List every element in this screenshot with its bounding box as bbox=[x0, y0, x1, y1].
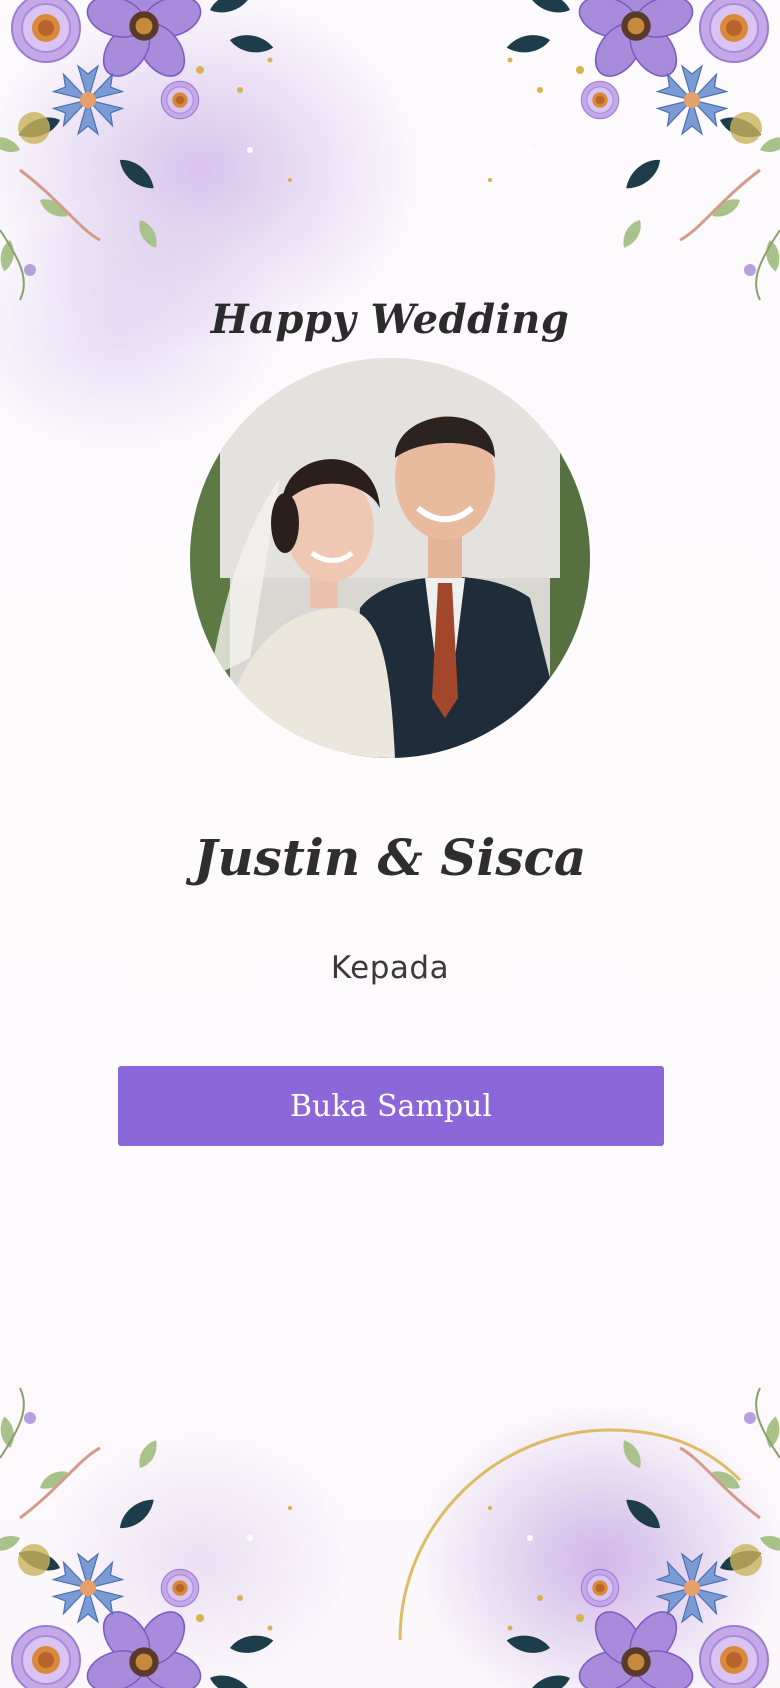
open-invitation-button[interactable]: Buka Sampul bbox=[118, 1066, 664, 1146]
floral-corner-top-right-icon bbox=[460, 0, 780, 320]
wedding-cover-page: Happy Wedding Justin & Sisca Kepada Buka… bbox=[0, 0, 780, 1688]
recipient-label: Kepada bbox=[330, 950, 450, 986]
couple-names: Justin & Sisca bbox=[193, 828, 587, 887]
gold-ring-decoration bbox=[398, 1428, 742, 1641]
cover-heading: Happy Wedding bbox=[210, 296, 570, 343]
floral-corner-top-left-icon bbox=[0, 0, 320, 320]
couple-photo bbox=[190, 358, 590, 758]
floral-corner-bottom-left-icon bbox=[0, 1368, 320, 1688]
